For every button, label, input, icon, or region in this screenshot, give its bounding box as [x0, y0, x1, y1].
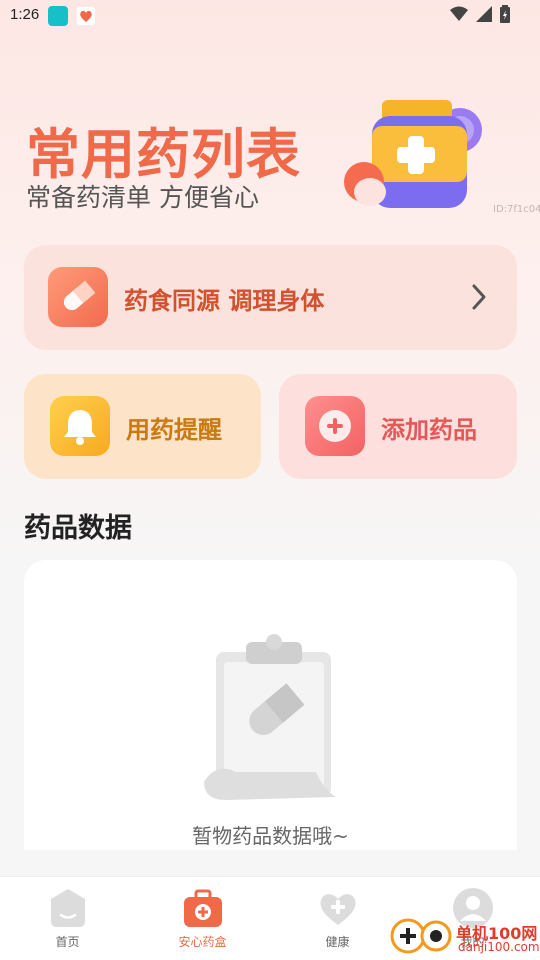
empty-state-text: 暂物药品数据哦~	[192, 824, 349, 848]
app-notification-icon	[48, 6, 68, 26]
reminder-label: 用药提醒	[126, 416, 222, 444]
heart-plus-icon	[320, 894, 356, 925]
medicine-bottle-icon	[344, 100, 482, 208]
tab-label: 首页	[55, 935, 80, 949]
home-face-icon	[51, 889, 85, 927]
status-bar: 1:26	[0, 0, 540, 32]
banner-label: 药食同源 调理身体	[124, 287, 325, 315]
medication-reminder-button[interactable]: 用药提醒	[24, 374, 261, 479]
plus-icon	[305, 396, 365, 456]
watermark: 单机100网 danji100.com	[390, 912, 540, 960]
image-id-label: ID:7f1c04	[493, 204, 540, 215]
tab-home[interactable]: 首页	[0, 877, 135, 960]
clipboard-pill-icon	[204, 634, 336, 800]
battery-icon	[500, 5, 510, 23]
watermark-url: danji100.com	[458, 940, 540, 954]
wifi-icon	[450, 6, 468, 21]
bell-icon	[50, 396, 110, 456]
chevron-right-icon	[472, 284, 486, 310]
medkit-icon	[184, 889, 222, 927]
tab-health[interactable]: 健康	[270, 877, 405, 960]
status-time: 1:26	[10, 6, 40, 23]
status-icons	[450, 5, 510, 23]
tab-label: 安心药盒	[178, 935, 227, 949]
section-title: 药品数据	[24, 513, 132, 544]
tab-medicine-box[interactable]: 安心药盒	[135, 877, 270, 960]
add-medicine-label: 添加药品	[381, 416, 477, 444]
watermark-logo-icon	[390, 918, 452, 954]
banner-card[interactable]: 药食同源 调理身体	[24, 245, 517, 350]
add-medicine-button[interactable]: 添加药品	[279, 374, 517, 479]
tab-label: 健康	[325, 935, 350, 949]
empty-state-card: 暂物药品数据哦~	[24, 560, 517, 850]
signal-icon	[476, 6, 492, 22]
pill-icon	[48, 267, 108, 327]
app-notification-icon-2	[76, 6, 96, 26]
page-subtitle: 常备药清单 方便省心	[26, 183, 259, 212]
